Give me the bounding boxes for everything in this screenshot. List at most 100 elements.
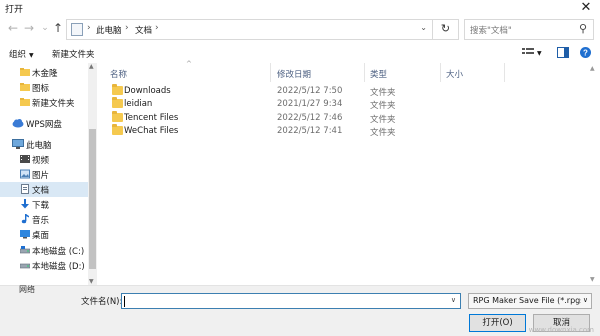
- organize-button[interactable]: 组织 ▼: [9, 48, 34, 60]
- scrollbar-thumb[interactable]: [89, 129, 96, 269]
- refresh-icon[interactable]: ↻: [433, 19, 459, 40]
- column-divider[interactable]: [504, 63, 505, 82]
- sidebar-item-icons[interactable]: 图标: [0, 80, 88, 95]
- recent-locations-chevron-icon[interactable]: ⌄: [38, 22, 52, 36]
- this-pc-icon: [71, 23, 83, 36]
- sidebar-item-label: 下载: [32, 201, 50, 211]
- column-divider[interactable]: [440, 63, 441, 82]
- sidebar-item-new-folder[interactable]: 新建文件夹: [0, 95, 88, 110]
- column-divider[interactable]: [270, 63, 271, 82]
- cloud-icon: [12, 118, 24, 128]
- column-header-type[interactable]: 类型: [370, 68, 387, 80]
- file-date: 2022/5/12 7:46: [277, 113, 343, 123]
- back-arrow-icon[interactable]: ←: [6, 22, 20, 36]
- sidebar-item-mujinlong[interactable]: 木金隆: [0, 65, 88, 80]
- filter-dropdown-icon: ∨: [580, 296, 588, 304]
- column-divider[interactable]: [364, 63, 365, 82]
- column-header-size[interactable]: 大小: [446, 68, 463, 80]
- open-button[interactable]: 打开(O): [469, 314, 526, 332]
- breadcrumb-documents[interactable]: 文档: [135, 24, 152, 36]
- file-row-leidian[interactable]: leidian 2021/1/27 9:34 文件夹: [100, 97, 588, 111]
- sidebar-item-videos[interactable]: 视频: [0, 152, 88, 167]
- sidebar-item-label: 新建文件夹: [32, 99, 75, 109]
- search-icon[interactable]: ⚲: [579, 22, 587, 35]
- help-icon[interactable]: ?: [580, 47, 591, 61]
- file-name: leidian: [124, 99, 153, 109]
- file-date: 2022/5/12 7:41: [277, 126, 343, 136]
- folder-icon: [112, 111, 123, 122]
- file-list-scrollbar[interactable]: ▲ ▼: [589, 63, 598, 285]
- file-row-downloads[interactable]: Downloads 2022/5/12 7:50 文件夹: [100, 84, 588, 98]
- download-icon: [20, 199, 30, 209]
- computer-icon: [12, 139, 24, 149]
- filename-input[interactable]: ∨: [121, 293, 461, 309]
- address-dropdown-icon[interactable]: ⌄: [420, 23, 427, 32]
- sidebar-item-label: 图标: [32, 84, 50, 94]
- file-name: WeChat Files: [124, 126, 179, 136]
- file-name: Tencent Files: [124, 113, 179, 123]
- file-row-wechat-files[interactable]: WeChat Files 2022/5/12 7:41 文件夹: [100, 124, 588, 138]
- column-header-row: ^ 名称 修改日期 类型 大小: [100, 60, 588, 82]
- sidebar-item-label: 文档: [32, 186, 50, 196]
- scroll-up-icon[interactable]: ▲: [89, 63, 94, 70]
- sidebar-item-label: 本地磁盘 (D:): [32, 262, 85, 272]
- view-options-icon[interactable]: [522, 47, 534, 60]
- file-type-filter[interactable]: RPG Maker Save File (*.rpgs ∨: [468, 293, 592, 309]
- dialog-footer: 网络 文件名(N): ∨ RPG Maker Save File (*.rpgs…: [0, 285, 600, 336]
- scroll-up-icon[interactable]: ▲: [590, 65, 595, 72]
- file-date: 2022/5/12 7:50: [277, 86, 343, 96]
- folder-icon: [20, 82, 30, 92]
- sidebar-item-label: 此电脑: [26, 141, 52, 151]
- folder-icon: [20, 67, 30, 77]
- sidebar-item-label: 桌面: [32, 231, 50, 241]
- sidebar-item-drive-d[interactable]: 本地磁盘 (D:): [0, 258, 88, 273]
- breadcrumb-separator: ›: [87, 23, 91, 33]
- column-header-name[interactable]: 名称: [110, 68, 127, 80]
- text-caret: [124, 296, 125, 307]
- sidebar-scrollbar[interactable]: ▲ ▼: [88, 63, 97, 285]
- up-arrow-icon[interactable]: ↑: [51, 22, 65, 36]
- file-name: Downloads: [124, 86, 171, 96]
- drive-icon: [19, 245, 31, 255]
- filename-dropdown-icon[interactable]: ∨: [451, 296, 456, 304]
- sidebar-item-documents[interactable]: 文档: [0, 182, 88, 197]
- organize-label: 组织: [9, 50, 27, 60]
- file-type: 文件夹: [370, 128, 396, 138]
- video-icon: [20, 154, 30, 164]
- sidebar-item-network-partial[interactable]: 网络: [19, 284, 35, 295]
- folder-icon: [112, 84, 123, 95]
- forward-arrow-icon[interactable]: →: [22, 22, 36, 36]
- command-bar: 组织 ▼ 新建文件夹 ▼ ?: [0, 43, 600, 63]
- search-input[interactable]: 搜索"文档" ⚲: [464, 19, 594, 40]
- sidebar-item-desktop[interactable]: 桌面: [0, 227, 88, 242]
- sidebar-item-this-pc[interactable]: 此电脑: [0, 137, 88, 152]
- folder-icon: [20, 97, 30, 107]
- sidebar-item-label: 木金隆: [32, 69, 58, 79]
- file-date: 2021/1/27 9:34: [277, 99, 343, 109]
- scroll-down-icon[interactable]: ▼: [590, 276, 595, 283]
- breadcrumb-this-pc[interactable]: 此电脑: [96, 24, 122, 36]
- address-bar[interactable]: › 此电脑 › 文档 › ⌄: [66, 19, 433, 40]
- view-dropdown-icon[interactable]: ▼: [537, 50, 542, 57]
- new-folder-button[interactable]: 新建文件夹: [52, 48, 95, 60]
- music-icon: [20, 214, 30, 224]
- file-row-tencent-files[interactable]: Tencent Files 2022/5/12 7:46 文件夹: [100, 111, 588, 125]
- sidebar-item-music[interactable]: 音乐: [0, 212, 88, 227]
- sidebar-item-drive-c[interactable]: 本地磁盘 (C:): [0, 243, 88, 258]
- address-row: ← → ⌄ ↑ › 此电脑 › 文档 › ⌄ ↻ 搜索"文档" ⚲: [0, 17, 600, 41]
- close-icon[interactable]: ✕: [576, 0, 596, 16]
- sidebar-item-pictures[interactable]: 图片: [0, 167, 88, 182]
- column-header-date[interactable]: 修改日期: [277, 68, 311, 80]
- sidebar-item-wps-cloud[interactable]: WPS网盘: [0, 116, 88, 131]
- sidebar-item-downloads[interactable]: 下载: [0, 197, 88, 212]
- sidebar-item-label: 音乐: [32, 216, 50, 226]
- scroll-down-icon[interactable]: ▼: [89, 278, 94, 285]
- navigation-pane: 木金隆 图标 新建文件夹 WPS网盘 此电脑 视频 图片 文档 下载 音乐 桌面: [0, 63, 90, 285]
- picture-icon: [20, 169, 30, 179]
- sidebar-item-label: WPS网盘: [26, 120, 62, 130]
- preview-pane-icon[interactable]: [557, 47, 569, 61]
- chevron-down-icon: ▼: [29, 52, 34, 59]
- search-placeholder: 搜索"文档": [470, 26, 512, 36]
- drive-icon: [19, 260, 31, 270]
- filename-label: 文件名(N):: [81, 297, 123, 307]
